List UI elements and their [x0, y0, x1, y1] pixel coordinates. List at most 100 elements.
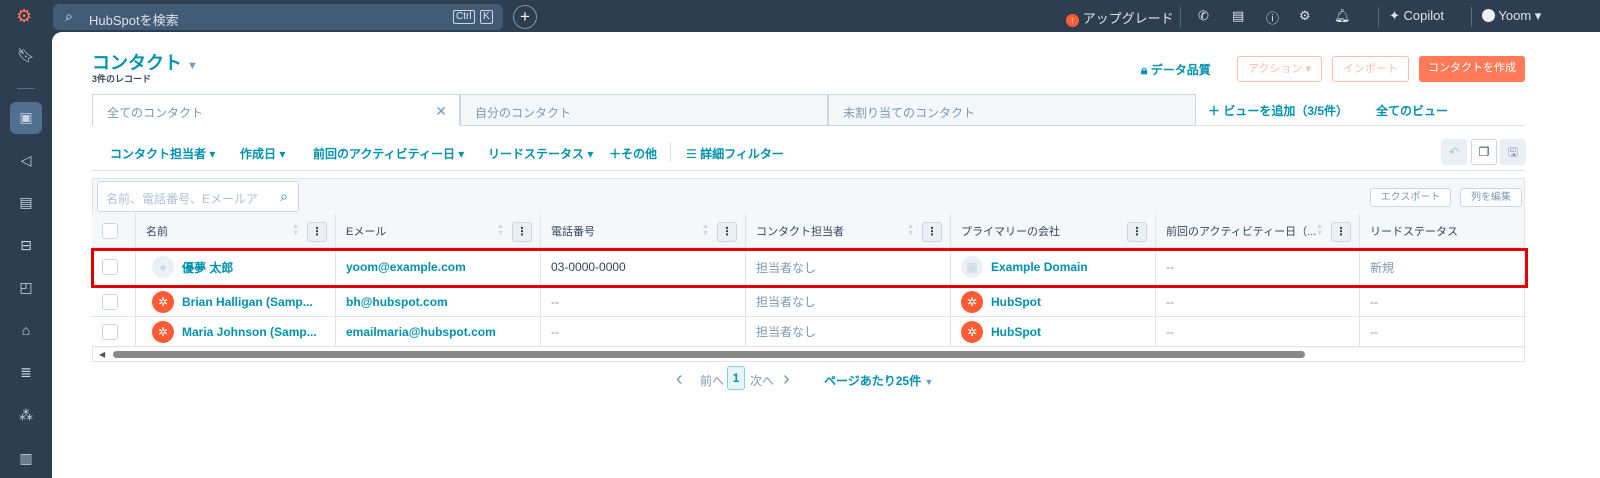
marketplace-icon[interactable]: ▤	[1232, 8, 1244, 24]
phone-icon[interactable]: ✆	[1198, 8, 1209, 24]
phone-value: --	[551, 294, 559, 309]
table-cell-last-activity: --	[1156, 317, 1360, 347]
table-cell-lead-status: --	[1360, 287, 1525, 317]
column-header[interactable]: コンタクト担当者 ▲ ▼ ⋮	[746, 214, 951, 248]
save-view-icon[interactable]: 🖫	[1500, 139, 1526, 165]
scrollbar-thumb[interactable]	[113, 351, 1305, 358]
filter-contact-owner[interactable]: コンタクト担当者 ▾	[110, 145, 215, 162]
divider	[1471, 7, 1472, 27]
all-views-link[interactable]: 全てのビュー	[1376, 102, 1448, 119]
filter-lead-status[interactable]: リードステータス ▾	[488, 145, 593, 162]
column-header-label: 名前	[146, 225, 168, 238]
horizontal-scrollbar[interactable]: ◀	[93, 348, 1524, 361]
row-checkbox[interactable]	[102, 323, 118, 340]
upgrade-label: アップグレード	[1082, 11, 1174, 26]
company-value[interactable]: HubSpot	[991, 325, 1041, 339]
search-icon: ⌕	[280, 188, 288, 204]
hubspot-logo-icon[interactable]: ⚙	[16, 6, 32, 27]
notifications-bell-icon[interactable]: 🔔︎	[1334, 8, 1351, 24]
column-header[interactable]: 名前 ▲ ▼ ⋮	[136, 214, 336, 248]
row-select-cell	[92, 317, 136, 347]
current-page[interactable]: 1	[727, 366, 745, 390]
global-search-input[interactable]: ⌕ HubSpotを検索 Ctrl K	[53, 4, 503, 30]
next-page-button[interactable]: 次へ	[750, 372, 774, 389]
data-management-icon[interactable]: ≣	[14, 364, 38, 384]
company-value[interactable]: HubSpot	[991, 295, 1041, 309]
edit-columns-button[interactable]: 列を編集	[1460, 188, 1522, 207]
sidebar: 🔖︎ ▣ ◁ ▤ ⊟ ◰ ⌂ ≣ ⁂ ▥	[0, 32, 52, 478]
per-page-select[interactable]: ページあたり25件 ▼	[824, 372, 933, 389]
service-bell-icon[interactable]: ⌂	[14, 322, 38, 342]
copilot-button[interactable]: ✦ Copilot	[1389, 8, 1444, 24]
user-name: Yoom	[1498, 8, 1532, 23]
prev-page-button[interactable]: 前へ	[700, 372, 724, 389]
sort-icon[interactable]: ▲ ▼	[292, 223, 299, 237]
contacts-icon: ▣	[19, 109, 33, 125]
sales-wallet-icon[interactable]: ◰	[14, 279, 38, 299]
prev-chevron-icon[interactable]: ‹	[676, 368, 683, 391]
filter-last-activity[interactable]: 前回のアクティビティー日 ▾	[313, 145, 464, 162]
tab-unassigned-contacts[interactable]: 未割り当てのコンタクト	[828, 94, 1196, 126]
undo-icon[interactable]: ↶	[1441, 139, 1467, 165]
more-filters-button[interactable]: ＋その他	[609, 145, 657, 162]
column-menu-icon[interactable]: ⋮	[512, 222, 532, 242]
create-new-button[interactable]: +	[513, 5, 537, 29]
close-icon[interactable]: ✕	[435, 103, 447, 120]
row-checkbox[interactable]	[102, 293, 118, 310]
search-icon: ⌕	[65, 8, 73, 24]
tab-my-contacts[interactable]: 自分のコンタクト	[460, 94, 828, 126]
advanced-filters-button[interactable]: ☰ 詳細フィルター	[686, 145, 784, 162]
select-all-checkbox[interactable]	[102, 222, 118, 239]
email-value[interactable]: bh@hubspot.com	[346, 295, 448, 309]
sort-icon[interactable]: ▲ ▼	[702, 223, 709, 237]
divider	[670, 142, 671, 162]
reporting-icon[interactable]: ▥	[14, 450, 38, 470]
actions-button[interactable]: アクション ▾	[1237, 56, 1322, 82]
sort-icon[interactable]: ▲ ▼	[907, 223, 914, 237]
table-search-input[interactable]: 名前、電話番号、Eメールア ⌕	[97, 181, 299, 212]
column-header[interactable]: 前回のアクティビティー日（... ▲ ▼ ⋮	[1156, 214, 1360, 248]
column-menu-icon[interactable]: ⋮	[717, 222, 737, 242]
import-button[interactable]: インポート	[1332, 56, 1409, 82]
upgrade-icon: ↑	[1066, 14, 1079, 27]
column-header[interactable]: 電話番号 ▲ ▼ ⋮	[541, 214, 746, 248]
marketing-megaphone-icon[interactable]: ◁	[14, 152, 38, 172]
name-value[interactable]: Brian Halligan (Samp...	[182, 295, 313, 309]
table-cell-owner: 担当者なし	[746, 317, 951, 347]
content-icon[interactable]: ▤	[14, 194, 38, 214]
column-header[interactable]: プライマリーの会社 ⋮	[951, 214, 1156, 248]
data-quality-link[interactable]: 🔒︎ データ品質	[1141, 61, 1211, 78]
column-menu-icon[interactable]: ⋮	[307, 222, 327, 242]
column-menu-icon[interactable]: ⋮	[1331, 222, 1351, 242]
search-placeholder: HubSpotを検索	[89, 13, 179, 28]
column-header[interactable]: Eメール ▲ ▼ ⋮	[336, 214, 541, 248]
copilot-label: Copilot	[1403, 8, 1444, 23]
upgrade-button[interactable]: ↑ アップグレード	[1066, 8, 1174, 27]
table-cell-email: bh@hubspot.com	[336, 287, 541, 317]
settings-gear-icon[interactable]: ⚙	[1299, 8, 1311, 24]
commerce-icon[interactable]: ⊟	[14, 237, 38, 257]
export-button[interactable]: エクスポート	[1370, 188, 1451, 207]
filter-label: 前回のアクティビティー日	[313, 147, 455, 161]
tab-all-contacts[interactable]: 全てのコンタクト ✕	[92, 94, 460, 126]
column-menu-icon[interactable]: ⋮	[922, 222, 942, 242]
next-chevron-icon[interactable]: ›	[783, 368, 790, 391]
automation-icon[interactable]: ⁂	[14, 407, 38, 427]
name-value[interactable]: Maria Johnson (Samp...	[182, 325, 317, 339]
user-menu[interactable]: Yoom ▾	[1482, 8, 1541, 24]
sidebar-item-contacts[interactable]: ▣	[10, 102, 42, 134]
bookmark-icon[interactable]: 🔖︎	[14, 47, 38, 67]
table-cell-name: ✲ Maria Johnson (Samp...	[136, 317, 336, 347]
add-view-button[interactable]: ＋ ビューを追加（3/5件）	[1208, 102, 1348, 119]
scroll-left-icon[interactable]: ◀	[99, 350, 105, 359]
help-icon[interactable]: ⓘ	[1266, 8, 1279, 27]
column-menu-icon[interactable]: ⋮	[1127, 222, 1147, 242]
column-header-label: 電話番号	[551, 225, 595, 238]
column-header[interactable]: リードステータス	[1360, 214, 1525, 248]
filter-create-date[interactable]: 作成日 ▾	[240, 145, 285, 162]
copy-view-icon[interactable]: ❐	[1471, 139, 1497, 165]
sort-icon[interactable]: ▲ ▼	[1316, 223, 1323, 237]
create-contact-button[interactable]: コンタクトを作成	[1419, 56, 1525, 82]
sort-icon[interactable]: ▲ ▼	[497, 223, 504, 237]
email-value[interactable]: emailmaria@hubspot.com	[346, 325, 496, 339]
